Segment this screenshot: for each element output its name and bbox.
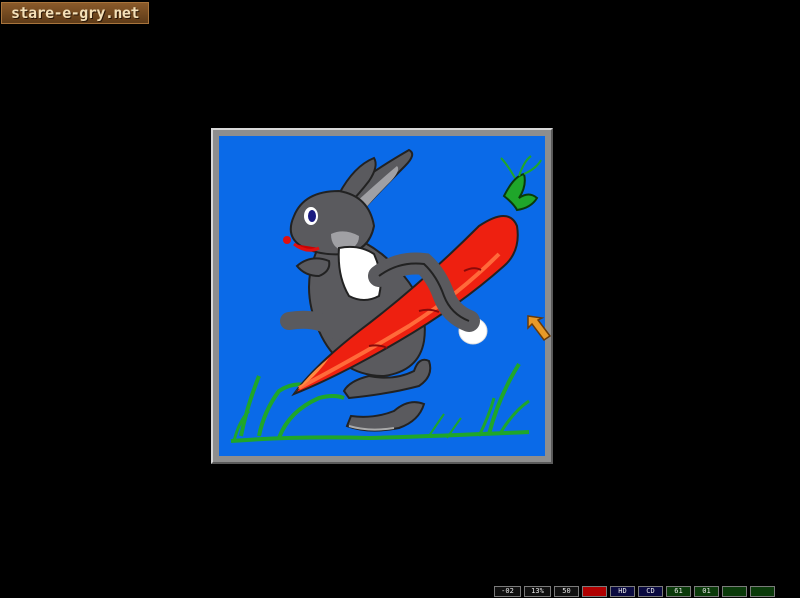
game-screen: stare-e-gry.net -02 13% 50 HD CD 61 01	[0, 0, 800, 598]
status-bar: -02 13% 50 HD CD 61 01	[494, 586, 775, 597]
status-cell-red-indicator	[582, 586, 607, 597]
rabbit-head	[289, 189, 376, 256]
grass-blade	[428, 413, 445, 437]
rabbit-eye-pupil	[308, 210, 316, 222]
picture-frame	[211, 128, 553, 464]
grass-line	[230, 430, 530, 443]
status-cell-offset: -02	[494, 586, 521, 597]
site-logo[interactable]: stare-e-gry.net	[1, 2, 149, 24]
status-cell-green-2	[750, 586, 775, 597]
rabbit-foot	[345, 401, 426, 432]
status-cell-green-1	[722, 586, 747, 597]
grass-blade	[499, 399, 530, 433]
rabbit-hand	[295, 257, 331, 278]
status-cell-percent: 13%	[524, 586, 551, 597]
carrot-leaves	[502, 172, 539, 212]
status-cell-01: 01	[694, 586, 719, 597]
grass-blade	[277, 394, 345, 439]
rabbit-back-arm	[280, 310, 346, 340]
status-cell-hd: HD	[610, 586, 635, 597]
status-cell-61: 61	[666, 586, 691, 597]
status-cell-value: 50	[554, 586, 579, 597]
status-cell-cd: CD	[638, 586, 663, 597]
rabbit-nose	[283, 236, 291, 244]
grass-blade	[239, 375, 261, 437]
rabbit-carrot-illustration	[230, 148, 542, 443]
picture-canvas[interactable]	[219, 136, 545, 456]
arrow-cursor-icon	[527, 315, 552, 342]
